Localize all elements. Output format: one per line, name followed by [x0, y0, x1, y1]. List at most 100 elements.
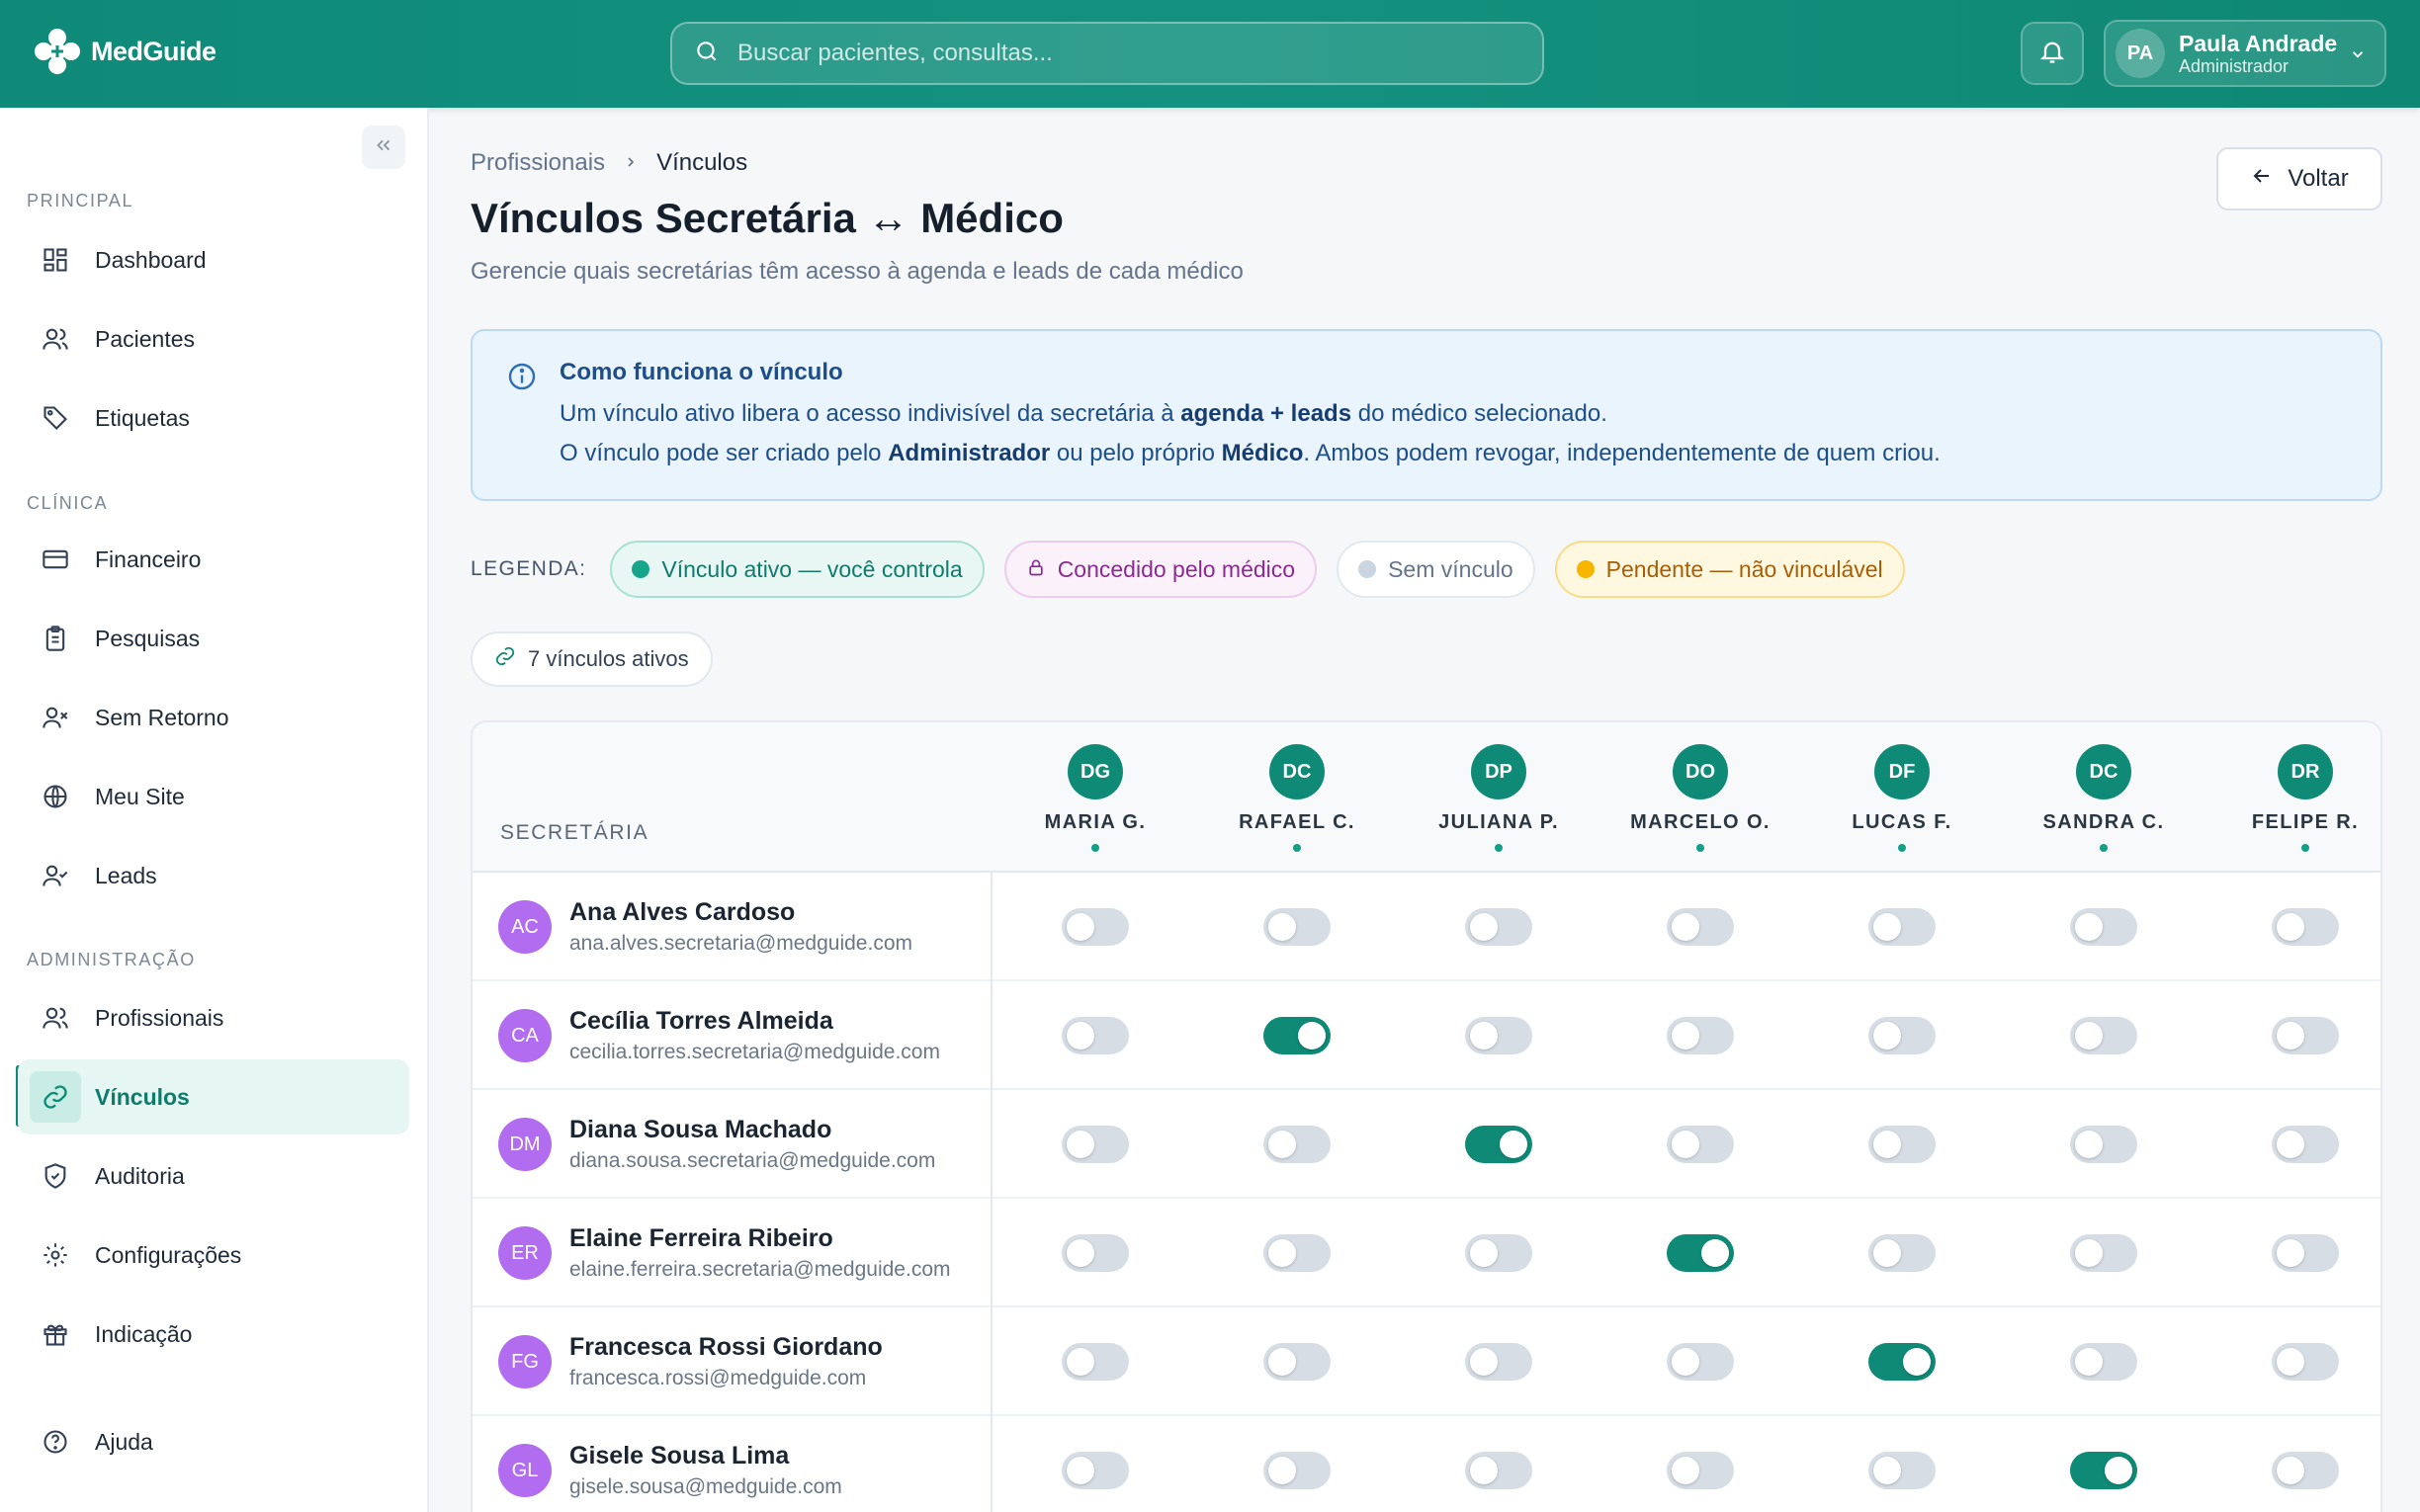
link-toggle[interactable]	[2070, 908, 2137, 946]
page-subtitle: Gerencie quais secretárias têm acesso à …	[471, 258, 1244, 285]
sidebar-item-auditoria[interactable]: Auditoria	[18, 1138, 409, 1214]
doctor-column-header: DP JULIANA P.	[1398, 744, 1599, 852]
back-button[interactable]: Voltar	[2216, 147, 2382, 210]
link-toggle[interactable]	[1465, 1452, 1532, 1489]
sidebar-item-pacientes[interactable]: Pacientes	[18, 301, 409, 377]
sidebar-item-pesquisas[interactable]: Pesquisas	[18, 601, 409, 676]
link-toggle[interactable]	[1667, 1017, 1734, 1054]
toggle-knob	[2075, 1348, 2103, 1376]
info-emphasis: Médico	[1221, 440, 1304, 466]
link-toggle[interactable]	[1263, 1234, 1331, 1272]
top-bar: MedGuide PA Paula Andrade Administrador	[0, 0, 2420, 108]
brand-logo[interactable]: MedGuide	[32, 26, 216, 77]
brand-name: MedGuide	[91, 36, 216, 66]
link-toggle[interactable]	[2272, 1452, 2339, 1489]
doctor-status-dot	[1293, 844, 1301, 852]
sidebar-item-ajuda[interactable]: Ajuda	[18, 1404, 409, 1479]
toggle-knob	[1873, 1239, 1901, 1267]
link-toggle[interactable]	[1465, 1343, 1532, 1381]
link-toggle[interactable]	[2272, 1343, 2339, 1381]
sidebar-item-meu-site[interactable]: Meu Site	[18, 759, 409, 834]
legend-label: LEGENDA:	[471, 557, 587, 580]
doctor-avatar: DF	[1874, 744, 1930, 799]
sidebar-item-leads[interactable]: Leads	[18, 838, 409, 913]
legend-text: Concedido pelo médico	[1057, 555, 1296, 582]
collapse-sidebar-button[interactable]	[362, 126, 405, 169]
table-row: AC Ana Alves Cardoso ana.alves.secretaria@…	[473, 873, 2380, 981]
search-input[interactable]	[737, 40, 1489, 67]
toggle-knob	[1672, 913, 1699, 941]
link-toggle[interactable]	[2070, 1452, 2137, 1489]
link-toggle[interactable]	[1667, 1452, 1734, 1489]
info-icon	[506, 361, 538, 397]
link-toggle[interactable]	[1667, 908, 1734, 946]
link-toggle[interactable]	[1263, 1017, 1331, 1054]
link-toggle[interactable]	[1667, 1343, 1734, 1381]
sidebar-item-indicacao[interactable]: Indicação	[18, 1297, 409, 1372]
table-row: DM Diana Sousa Machado diana.sousa.secreta…	[473, 1090, 2380, 1199]
gear-icon	[38, 1237, 73, 1273]
sidebar-item-dashboard[interactable]: Dashboard	[18, 222, 409, 297]
link-toggle[interactable]	[1062, 908, 1129, 946]
doctor-name: RAFAEL C.	[1239, 811, 1355, 833]
sidebar-item-sem-retorno[interactable]: Sem Retorno	[18, 680, 409, 755]
secretary-name: Diana Sousa Machado	[569, 1116, 832, 1143]
doctor-column-header: DC RAFAEL C.	[1196, 744, 1398, 852]
link-toggle[interactable]	[1062, 1452, 1129, 1489]
doctor-name: FELIPE R.	[2251, 811, 2360, 833]
link-toggle[interactable]	[1868, 1017, 1936, 1054]
link-toggle[interactable]	[2070, 1126, 2137, 1163]
user-menu[interactable]: PA Paula Andrade Administrador	[2104, 20, 2386, 87]
sidebar-item-label: Etiquetas	[95, 404, 190, 431]
info-title: Como funciona o vínculo	[560, 359, 843, 385]
notifications-button[interactable]	[2021, 22, 2084, 85]
doctor-avatar: DC	[2076, 744, 2131, 799]
sidebar-item-label: Meu Site	[95, 783, 185, 809]
link-toggle[interactable]	[1868, 1126, 1936, 1163]
clipboard-icon	[38, 621, 73, 656]
link-toggle[interactable]	[1263, 1126, 1331, 1163]
tag-icon	[38, 400, 73, 436]
link-toggle[interactable]	[1667, 1234, 1734, 1272]
avatar: PA	[2116, 29, 2165, 78]
link-toggle[interactable]	[1868, 1343, 1936, 1381]
sidebar-item-financeiro[interactable]: Financeiro	[18, 522, 409, 597]
legend-active: Vínculo ativo — você controla	[610, 541, 985, 598]
link-toggle[interactable]	[1868, 1234, 1936, 1272]
sidebar-item-profissionais[interactable]: Profissionais	[18, 980, 409, 1055]
toggle-knob	[1873, 1131, 1901, 1158]
search-bar[interactable]	[670, 22, 1544, 85]
link-toggle[interactable]	[1062, 1126, 1129, 1163]
breadcrumb-link-profissionais[interactable]: Profissionais	[471, 149, 605, 177]
link-toggle[interactable]	[1667, 1126, 1734, 1163]
link-toggle[interactable]	[1062, 1234, 1129, 1272]
link-toggle[interactable]	[1465, 908, 1532, 946]
link-toggle[interactable]	[1263, 908, 1331, 946]
link-toggle[interactable]	[2272, 1234, 2339, 1272]
chevron-right-icon	[623, 149, 639, 177]
link-toggle[interactable]	[1465, 1126, 1532, 1163]
toggle-knob	[2277, 1457, 2304, 1484]
link-toggle[interactable]	[1062, 1017, 1129, 1054]
search-icon	[694, 39, 720, 69]
link-toggle[interactable]	[2272, 1126, 2339, 1163]
toggle-knob	[2277, 913, 2304, 941]
link-toggle[interactable]	[1465, 1017, 1532, 1054]
link-toggle[interactable]	[1062, 1343, 1129, 1381]
link-toggle[interactable]	[1263, 1452, 1331, 1489]
sidebar-item-label: Leads	[95, 862, 157, 888]
sidebar-item-etiquetas[interactable]: Etiquetas	[18, 380, 409, 456]
sidebar-item-vinculos[interactable]: Vínculos	[18, 1059, 409, 1134]
link-toggle[interactable]	[1465, 1234, 1532, 1272]
sidebar-item-label: Sem Retorno	[95, 704, 229, 730]
link-toggle[interactable]	[1868, 1452, 1936, 1489]
sidebar-item-configuracoes[interactable]: Configurações	[18, 1218, 409, 1293]
link-toggle[interactable]	[2272, 1017, 2339, 1054]
link-toggle[interactable]	[1868, 908, 1936, 946]
link-toggle[interactable]	[1263, 1343, 1331, 1381]
user-check-icon	[38, 858, 73, 893]
link-toggle[interactable]	[2272, 908, 2339, 946]
link-toggle[interactable]	[2070, 1017, 2137, 1054]
link-toggle[interactable]	[2070, 1234, 2137, 1272]
link-toggle[interactable]	[2070, 1343, 2137, 1381]
